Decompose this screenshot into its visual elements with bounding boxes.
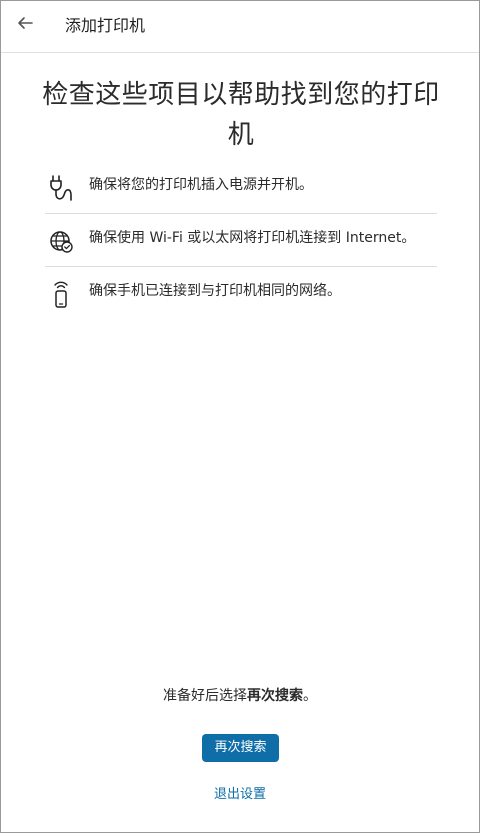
checklist-item-text: 确保将您的打印机插入电源并开机。 <box>89 177 313 193</box>
globe-network-icon <box>47 226 75 256</box>
phone-wifi-icon <box>47 279 75 309</box>
search-again-button[interactable]: 再次搜索 <box>202 734 279 762</box>
checklist-item-internet: 确保使用 Wi-Fi 或以太网将打印机连接到 Internet。 <box>45 214 437 267</box>
checklist-item-power: 确保将您的打印机插入电源并开机。 <box>45 161 437 214</box>
checklist-heading: 检查这些项目以帮助找到您的打印机 <box>42 80 440 150</box>
page-title: 添加打印机 <box>65 16 146 35</box>
ready-prompt-prefix: 准备好后选择 <box>163 688 247 704</box>
app-bar: 添加打印机 <box>1 1 479 53</box>
arrow-left-icon <box>16 14 34 36</box>
ready-prompt-suffix: 。 <box>303 688 317 704</box>
power-plug-icon <box>47 173 75 203</box>
checklist-item-text: 确保使用 Wi-Fi 或以太网将打印机连接到 Internet。 <box>89 230 416 246</box>
ready-prompt: 准备好后选择再次搜索。 <box>1 686 479 706</box>
app-window: 添加打印机 检查这些项目以帮助找到您的打印机 确保将您的打印机插入电源并开机。 <box>0 0 480 833</box>
ready-prompt-action: 再次搜索 <box>247 688 303 704</box>
exit-setup-link[interactable]: 退出设置 <box>1 785 479 805</box>
checklist-item-text: 确保手机已连接到与打印机相同的网络。 <box>89 283 341 299</box>
checklist-item-network: 确保手机已连接到与打印机相同的网络。 <box>45 267 437 319</box>
checklist: 确保将您的打印机插入电源并开机。 确保使用 Wi-Fi 或以太网将打印机连接到 … <box>45 161 437 319</box>
back-button[interactable] <box>9 9 41 41</box>
